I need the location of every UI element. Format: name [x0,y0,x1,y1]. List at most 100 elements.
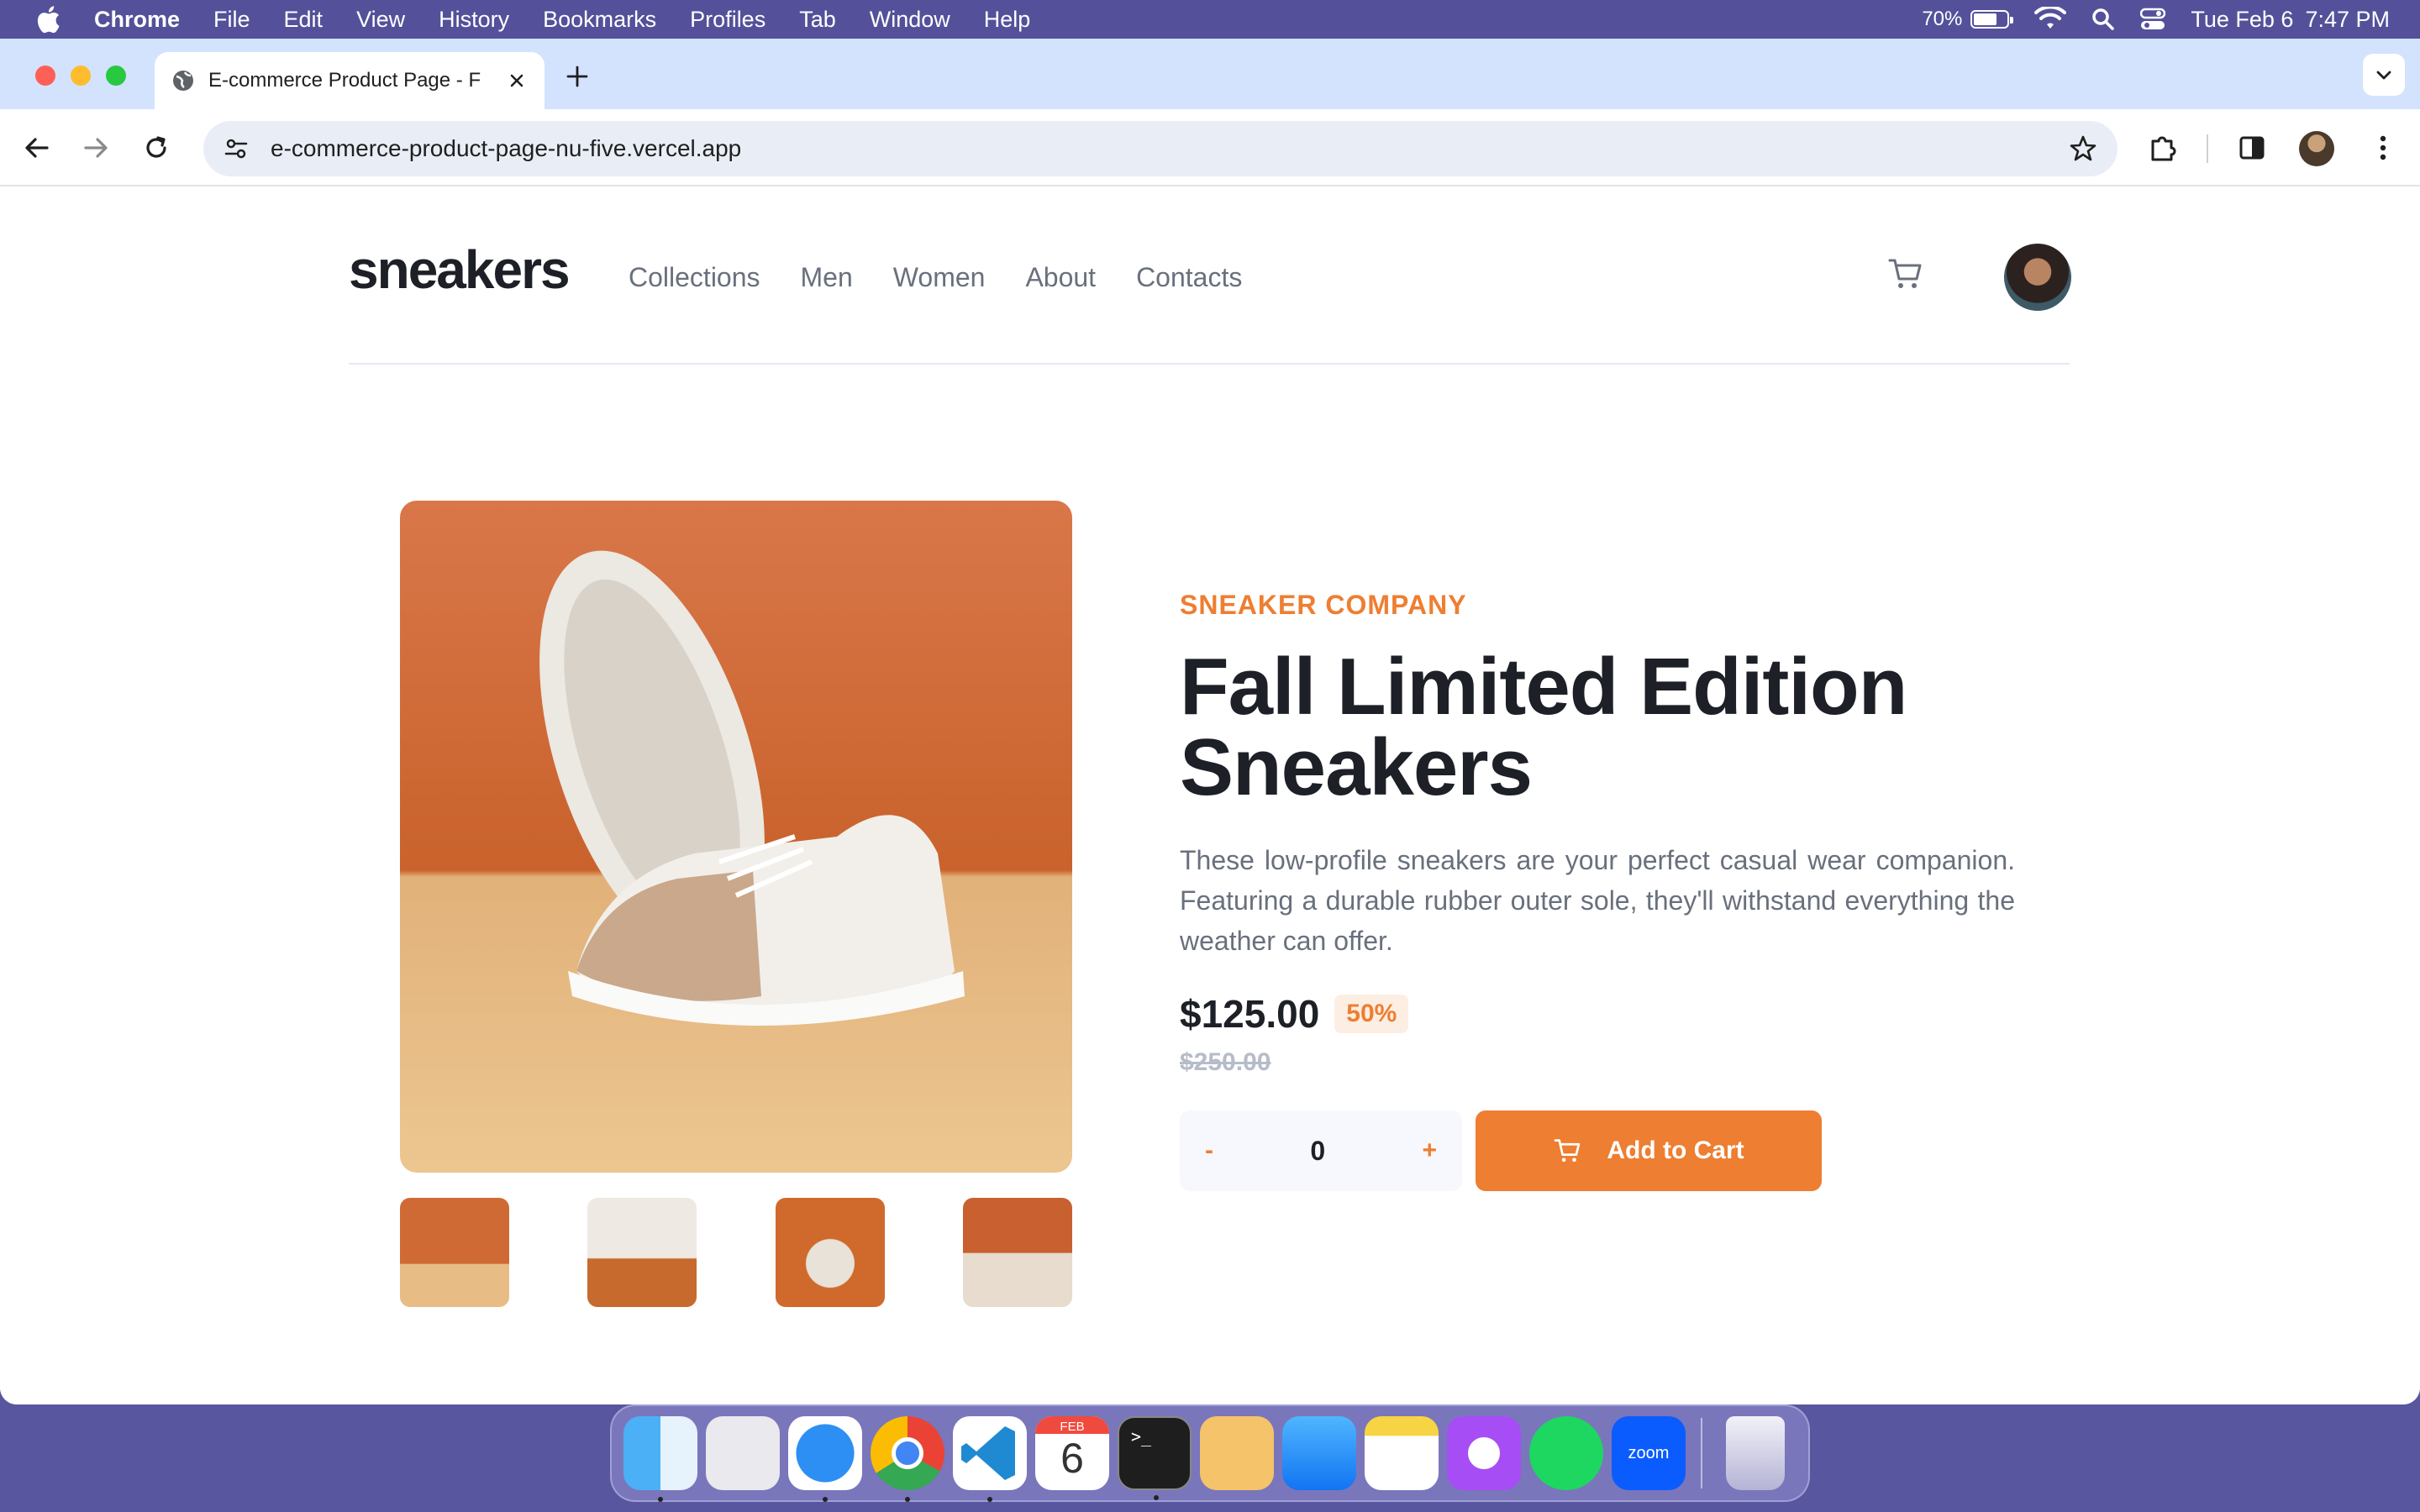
web-page: sneakers Collections Men Women About Con… [0,188,2420,1404]
spotify-icon[interactable] [1529,1416,1603,1490]
tab-title: E-commerce Product Page - F [208,69,481,92]
globe-icon [173,71,193,91]
calendar-day: 6 [1060,1435,1084,1482]
finder-icon[interactable] [623,1416,697,1502]
menu-tab[interactable]: Tab [799,7,836,33]
browser-toolbar: e-commerce-product-page-nu-five.vercel.a… [0,109,2420,186]
main-nav: Collections Men Women About Contacts [629,262,1242,293]
browser-window: E-commerce Product Page - F e-commerce-p… [0,39,2420,1404]
window-controls [35,66,126,86]
add-to-cart-label: Add to Cart [1607,1137,1744,1164]
product-description: These low-profile sneakers are your perf… [1180,845,2015,956]
user-avatar[interactable] [2004,244,2071,311]
url-text[interactable]: e-commerce-product-page-nu-five.vercel.a… [271,135,2069,162]
more-options-icon[interactable] [2366,131,2400,165]
app-store-icon[interactable] [1282,1416,1356,1490]
nav-women[interactable]: Women [893,262,986,293]
increase-quantity-button[interactable]: + [1422,1137,1437,1165]
chevron-down-icon [2376,71,2391,80]
minimize-window-button[interactable] [71,66,91,86]
thumbnail-2[interactable] [587,1198,697,1307]
menu-edit[interactable]: Edit [284,7,324,33]
terminal-prompt-icon: >_ [1131,1426,1152,1446]
zoom-window-button[interactable] [106,66,126,86]
side-panel-icon[interactable] [2235,131,2269,165]
site-header: sneakers Collections Men Women About Con… [349,188,2071,365]
battery-status[interactable]: 70% [1922,8,2014,31]
dock-divider [1701,1418,1702,1488]
tableplus-icon[interactable] [1200,1416,1274,1490]
menubar-time[interactable]: 7:47 PM [2305,7,2390,33]
address-bar[interactable]: e-commerce-product-page-nu-five.vercel.a… [203,121,2118,176]
chrome-icon[interactable] [871,1416,944,1502]
forward-arrow-icon[interactable] [81,133,111,163]
nav-men[interactable]: Men [801,262,853,293]
menu-window[interactable]: Window [870,7,950,33]
active-tab[interactable]: E-commerce Product Page - F [155,52,544,109]
nav-about[interactable]: About [1025,262,1096,293]
site-logo[interactable]: sneakers [349,239,571,301]
menu-bookmarks[interactable]: Bookmarks [543,7,656,33]
cart-icon [1555,1139,1581,1163]
original-price: $250.00 [1180,1048,1271,1076]
menu-help[interactable]: Help [984,7,1031,33]
sneaker-photo [539,550,965,1026]
menubar-date[interactable]: Tue Feb 6 [2191,7,2293,33]
notes-icon[interactable] [1365,1416,1439,1490]
quantity-stepper: - 0 + [1180,1110,1462,1191]
thumbnail-3[interactable] [775,1198,885,1307]
add-to-cart-button[interactable]: Add to Cart [1476,1110,1822,1191]
extensions-puzzle-icon[interactable] [2146,131,2180,165]
zoom-label: zoom [1628,1443,1670,1462]
reload-icon[interactable] [141,133,171,163]
spotlight-search-icon[interactable] [2091,8,2115,31]
price-row: $125.00 50% [1180,991,1409,1037]
apple-icon[interactable] [35,5,60,34]
battery-level [1974,13,1996,25]
new-tab-icon[interactable] [565,64,590,89]
thumbnail-row [400,1198,1072,1307]
toolbar-divider [2207,134,2208,163]
trash-icon[interactable] [1726,1416,1785,1490]
nav-contacts[interactable]: Contacts [1136,262,1242,293]
discount-badge: 50% [1334,995,1409,1033]
back-arrow-icon[interactable] [22,133,52,163]
quantity-value: 0 [1310,1135,1326,1166]
calendar-month: FEB [1035,1416,1109,1434]
tab-strip: E-commerce Product Page - F [0,39,2420,109]
terminal-icon[interactable]: >_ [1118,1416,1192,1500]
menu-view[interactable]: View [356,7,405,33]
menubar-status-area: 70% Tue Feb 6 7:47 PM [1922,0,2390,39]
close-tab-icon[interactable] [506,70,528,92]
product-title: Fall Limited Edition Sneakers [1180,642,1907,812]
product-main-image[interactable] [400,501,1072,1173]
menu-profiles[interactable]: Profiles [690,7,765,33]
tab-search-button[interactable] [2363,54,2405,96]
thumbnail-4[interactable] [962,1198,1072,1307]
nav-collections[interactable]: Collections [629,262,760,293]
menu-file[interactable]: File [213,7,250,33]
cart-icon[interactable] [1886,255,1923,292]
menu-history[interactable]: History [439,7,509,33]
site-info-icon[interactable] [224,136,249,161]
safari-icon[interactable] [788,1416,862,1502]
wifi-icon[interactable] [2034,7,2067,32]
company-name: SNEAKER COMPANY [1180,590,1467,620]
close-window-button[interactable] [35,66,55,86]
launchpad-icon[interactable] [706,1416,780,1490]
zoom-app-icon[interactable]: zoom [1612,1416,1686,1490]
battery-icon [1970,10,2014,29]
vscode-icon[interactable] [953,1416,1027,1502]
menu-app-name[interactable]: Chrome [94,7,180,33]
thumbnail-1[interactable] [400,1198,509,1307]
calendar-icon[interactable]: FEB 6 [1035,1416,1109,1490]
macos-dock: FEB 6 >_ zoom [610,1404,1810,1502]
messenger-icon[interactable] [1447,1416,1521,1490]
control-center-icon[interactable] [2140,8,2166,31]
chrome-profile-avatar[interactable] [2299,131,2334,166]
vscode-logo-icon [961,1426,1015,1480]
bookmark-star-icon[interactable] [2069,134,2097,163]
macos-menubar: Chrome File Edit View History Bookmarks … [0,0,2420,39]
current-price: $125.00 [1180,992,1320,1036]
decrease-quantity-button[interactable]: - [1205,1137,1213,1165]
